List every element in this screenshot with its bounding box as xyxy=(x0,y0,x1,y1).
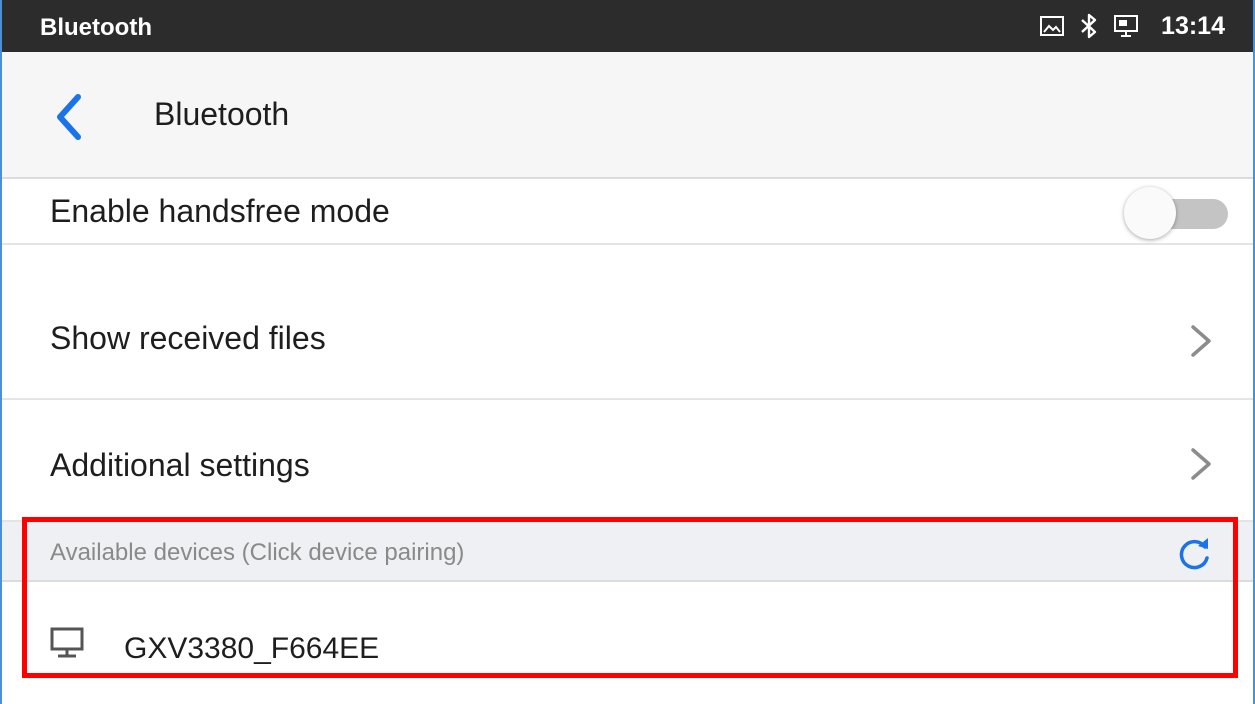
chevron-left-icon xyxy=(57,94,81,140)
device-name: GXV3380_F664EE xyxy=(124,632,380,665)
picture-icon xyxy=(1039,14,1065,38)
setting-received-files-label: Show received files xyxy=(50,320,326,356)
setting-handsfree-label: Enable handsfree mode xyxy=(50,193,390,229)
chevron-right-icon xyxy=(1191,448,1211,480)
status-bar: Bluetooth 13:14 xyxy=(2,0,1253,52)
setting-additional-settings[interactable]: Additional settings xyxy=(2,400,1253,522)
setting-handsfree-mode[interactable]: Enable handsfree mode xyxy=(2,181,1253,245)
chevron-right-icon xyxy=(1191,325,1211,357)
refresh-button[interactable] xyxy=(1174,534,1214,574)
screen: Bluetooth 13:14 Bluetooth Enable handsfr… xyxy=(0,0,1255,704)
back-button[interactable] xyxy=(42,90,96,144)
status-clock: 13:14 xyxy=(1161,11,1225,40)
toggle-thumb xyxy=(1124,187,1176,239)
available-devices-label: Available devices (Click device pairing) xyxy=(50,539,465,566)
setting-additional-label: Additional settings xyxy=(50,447,310,483)
refresh-icon xyxy=(1179,538,1209,570)
page-title: Bluetooth xyxy=(154,96,290,132)
setting-show-received-files[interactable]: Show received files xyxy=(2,245,1253,400)
handsfree-toggle[interactable] xyxy=(1124,187,1230,239)
status-app-label: Bluetooth xyxy=(40,14,152,41)
status-icons: 13:14 xyxy=(1039,0,1225,52)
action-bar: Bluetooth xyxy=(2,52,1253,179)
screen-share-icon xyxy=(1113,13,1139,39)
device-list-item[interactable]: GXV3380_F664EE xyxy=(2,582,1253,704)
bluetooth-icon xyxy=(1079,12,1099,40)
available-devices-header: Available devices (Click device pairing) xyxy=(2,522,1253,582)
computer-icon xyxy=(50,627,84,658)
